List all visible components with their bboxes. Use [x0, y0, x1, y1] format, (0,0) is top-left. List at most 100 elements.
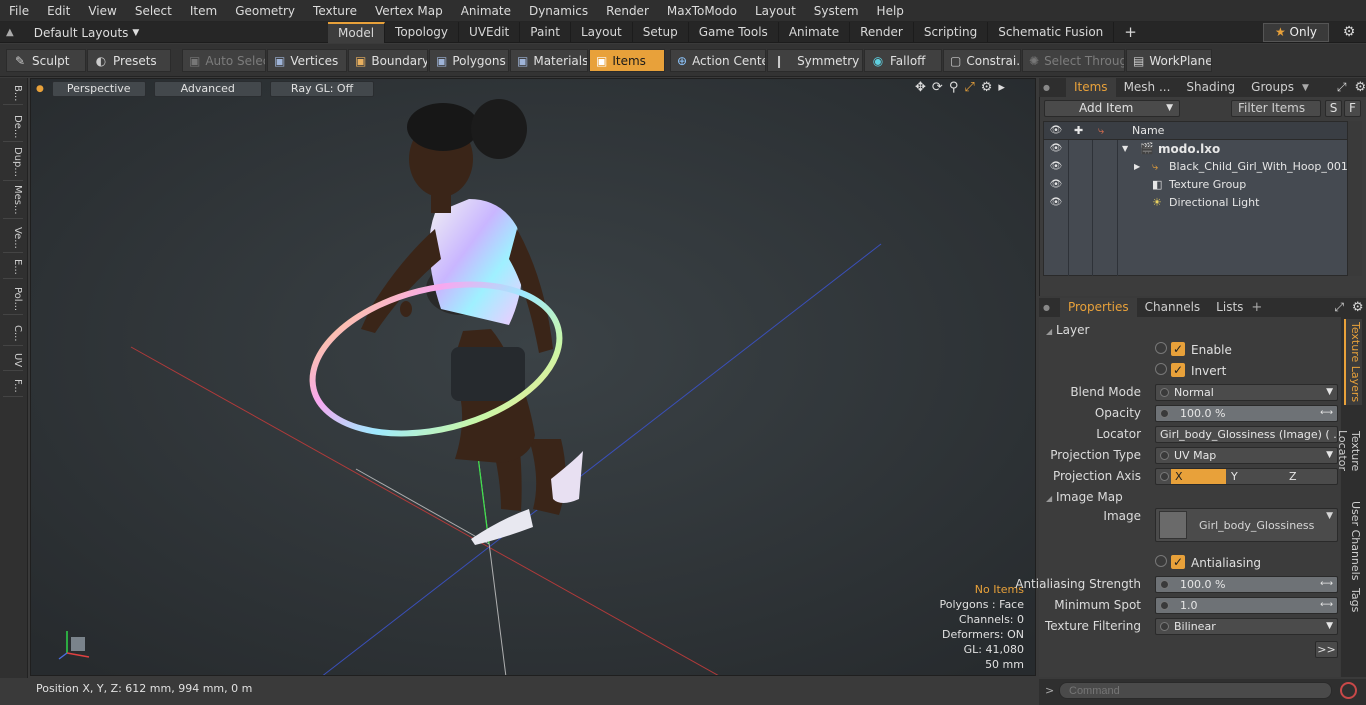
eye-icon[interactable]: 👁: [1049, 194, 1063, 212]
action-center-button[interactable]: ⊕ Action Center: [670, 49, 766, 72]
only-button[interactable]: ★ Only: [1263, 23, 1329, 42]
enable-anim-dot[interactable]: [1155, 342, 1167, 354]
menu-file[interactable]: File: [0, 0, 38, 22]
tab-render[interactable]: Render: [850, 22, 914, 43]
enable-checkbox[interactable]: ✓: [1171, 342, 1185, 356]
symmetry-button[interactable]: ❙ Symmetry: [767, 49, 863, 72]
polygons-button[interactable]: ▣ Polygons: [429, 49, 509, 72]
falloff-button[interactable]: ◉ Falloff: [864, 49, 942, 72]
advanced-button[interactable]: Advanced: [153, 81, 262, 97]
tab-model[interactable]: Model: [328, 22, 386, 43]
antialiasing-anim-dot[interactable]: [1155, 555, 1167, 567]
blend-mode-dropdown[interactable]: Normal ▼: [1155, 384, 1338, 401]
vertices-button[interactable]: ▣Vertices1: [267, 49, 347, 72]
menu-layout[interactable]: Layout: [746, 0, 805, 22]
tab-uvedit[interactable]: UVEdit: [459, 22, 521, 43]
tab-scripting[interactable]: Scripting: [914, 22, 989, 43]
menu-maxtomodo[interactable]: MaxToModo: [658, 0, 746, 22]
antialiasing-checkbox[interactable]: ✓: [1171, 555, 1185, 569]
menu-item[interactable]: Item: [181, 0, 226, 22]
menu-system[interactable]: System: [805, 0, 868, 22]
left-tab-vertex[interactable]: Ve...: [3, 224, 23, 253]
texture-filtering-dropdown[interactable]: Bilinear ▼: [1155, 618, 1338, 635]
image-map-section[interactable]: ◢ Image Map: [1046, 489, 1123, 506]
add-item-button[interactable]: Add Item ▼: [1044, 100, 1180, 117]
tab-layout[interactable]: Layout: [571, 22, 633, 43]
s-button[interactable]: S: [1325, 100, 1342, 117]
panel-dot-icon[interactable]: ●: [1039, 303, 1054, 312]
left-tab-duplicate[interactable]: Dup...: [3, 144, 23, 181]
side-tab-tags[interactable]: Tags: [1344, 585, 1362, 615]
items-scrollbar[interactable]: [1348, 121, 1362, 276]
expand-arrow-icon[interactable]: ▶: [1134, 158, 1140, 176]
layout-dropdown[interactable]: ▲ Default Layouts ▼: [6, 22, 139, 43]
panel-gear-icon[interactable]: ⚙: [1355, 80, 1366, 95]
menu-vertex-map[interactable]: Vertex Map: [366, 0, 452, 22]
expand-panel-icon[interactable]: ⤢: [1337, 80, 1347, 95]
sculpt-button[interactable]: ✎ Sculpt: [6, 49, 86, 72]
opacity-slider[interactable]: 100.0 % ⟷: [1155, 405, 1338, 422]
materials-button[interactable]: ▣ Materials: [510, 49, 588, 72]
auto-select-button[interactable]: ▣Auto Select: [182, 49, 266, 72]
perspective-button[interactable]: Perspective: [51, 81, 146, 97]
command-input[interactable]: [1059, 682, 1332, 699]
filter-items-input[interactable]: Filter Items: [1231, 100, 1321, 117]
boundary-button[interactable]: ▣ Boundary: [348, 49, 428, 72]
expand-panel-icon[interactable]: ⤢: [1334, 300, 1344, 315]
constraints-button[interactable]: ▢Constrai...: [943, 49, 1021, 72]
layer-section[interactable]: ◢ Layer: [1046, 322, 1089, 339]
axis-z-button[interactable]: Z: [1289, 469, 1297, 484]
maximize-icon[interactable]: ⤢: [964, 80, 974, 95]
left-tab-basic[interactable]: B...: [3, 82, 23, 106]
locator-dropdown[interactable]: Girl_body_Glossiness (Image) ( ...: [1155, 426, 1338, 443]
select-through-button[interactable]: ✺Select Through: [1022, 49, 1125, 72]
menu-help[interactable]: Help: [868, 0, 913, 22]
tab-setup[interactable]: Setup: [633, 22, 689, 43]
menu-animate[interactable]: Animate: [452, 0, 520, 22]
raygl-button[interactable]: Ray GL: Off: [269, 81, 375, 97]
menu-dynamics[interactable]: Dynamics: [520, 0, 597, 22]
play-icon[interactable]: ▸: [998, 80, 1005, 95]
eye-icon[interactable]: 👁: [1049, 158, 1063, 176]
left-tab-edge[interactable]: E...: [3, 256, 23, 279]
tab-animate[interactable]: Animate: [779, 22, 851, 43]
tab-mesh[interactable]: Mesh ...: [1116, 78, 1179, 97]
presets-button[interactable]: ◐ Presets: [87, 49, 171, 72]
chevron-down-icon[interactable]: ▼: [1302, 83, 1309, 93]
axis-y-button[interactable]: Y: [1231, 469, 1238, 484]
rotate-view-icon[interactable]: ⟳: [932, 80, 943, 95]
items-button[interactable]: ▣Items5: [589, 49, 665, 72]
left-tab-uv[interactable]: UV: [3, 350, 23, 372]
viewport-gear-icon[interactable]: ⚙: [981, 80, 993, 95]
tree-row-scene[interactable]: 👁 ▼ 🎬 modo.lxo: [1044, 140, 1347, 158]
panel-dot-icon[interactable]: ●: [1039, 83, 1054, 92]
left-tab-fusion[interactable]: F...: [3, 376, 23, 397]
left-tab-polygon[interactable]: Pol...: [3, 284, 23, 316]
tab-topology[interactable]: Topology: [385, 22, 460, 43]
record-icon[interactable]: [1340, 682, 1357, 699]
tab-items[interactable]: Items: [1065, 78, 1116, 97]
left-tab-curve[interactable]: C...: [3, 322, 23, 346]
expand-arrow-icon[interactable]: ▼: [1122, 140, 1128, 158]
eye-icon[interactable]: 👁: [1049, 176, 1063, 194]
tab-paint[interactable]: Paint: [520, 22, 571, 43]
panel-gear-icon[interactable]: ⚙: [1352, 300, 1364, 315]
tree-row-texture-group[interactable]: 👁 ◧ Texture Group: [1044, 176, 1347, 194]
tree-row-light[interactable]: 👁 ☀ Directional Light: [1044, 194, 1347, 212]
tab-schematic-fusion[interactable]: Schematic Fusion: [988, 22, 1115, 43]
name-column-header[interactable]: Name: [1132, 122, 1164, 140]
menu-geometry[interactable]: Geometry: [226, 0, 304, 22]
side-tab-user-channels[interactable]: User Channels: [1344, 501, 1362, 581]
tab-groups[interactable]: Groups: [1243, 78, 1302, 97]
add-tab-icon[interactable]: +: [1251, 300, 1262, 315]
menu-render[interactable]: Render: [597, 0, 658, 22]
side-tab-texture-locator[interactable]: Texture Locator: [1336, 411, 1362, 491]
image-selector[interactable]: Girl_body_Glossiness ▼: [1155, 508, 1338, 542]
tab-channels[interactable]: Channels: [1137, 298, 1209, 317]
menu-texture[interactable]: Texture: [304, 0, 366, 22]
eye-icon[interactable]: 👁: [1049, 140, 1063, 158]
tab-properties[interactable]: Properties: [1059, 298, 1137, 317]
gear-icon[interactable]: ⚙: [1338, 22, 1360, 43]
invert-checkbox[interactable]: ✓: [1171, 363, 1185, 377]
tab-game-tools[interactable]: Game Tools: [689, 22, 779, 43]
